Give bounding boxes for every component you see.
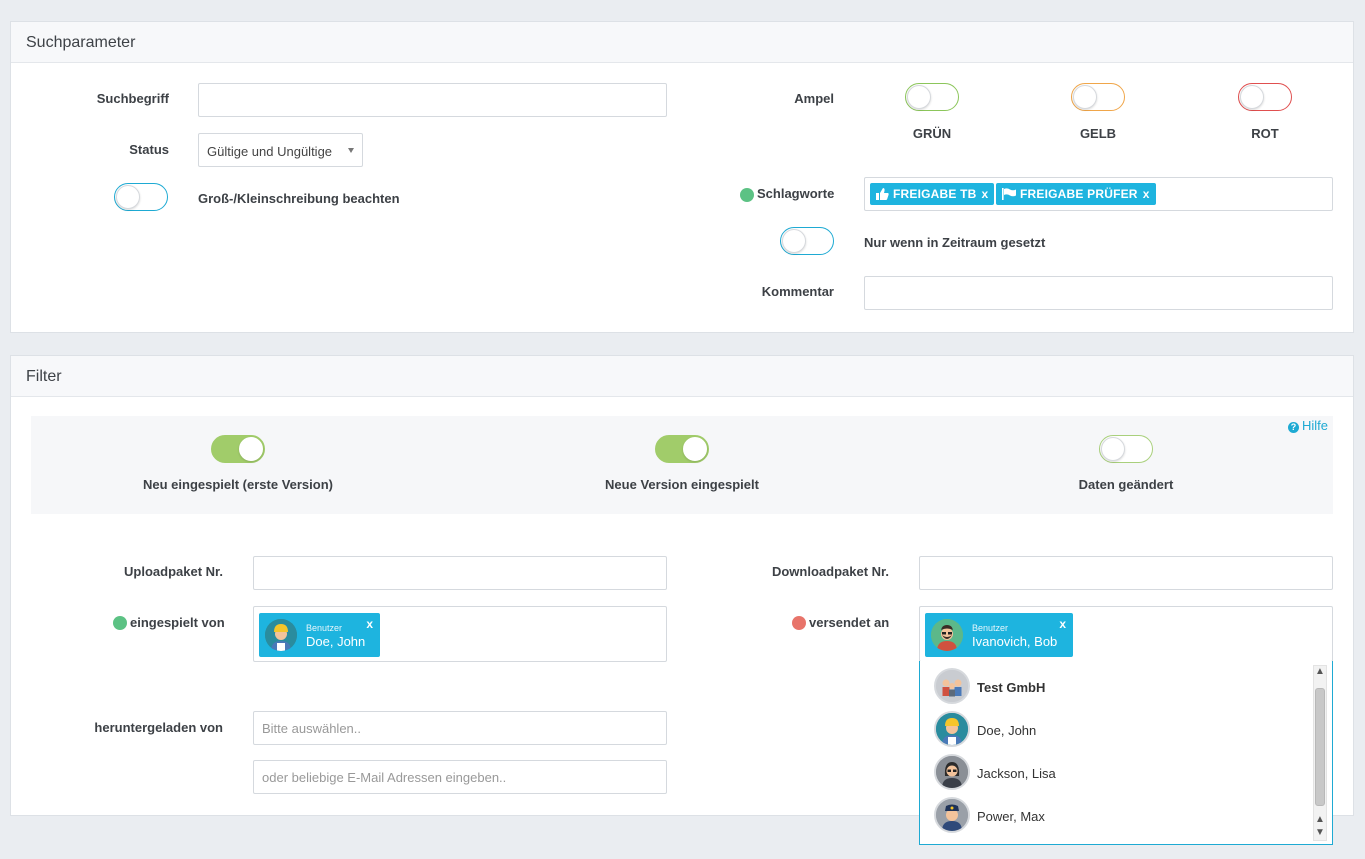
kommentar-input[interactable] [864, 276, 1333, 310]
police-avatar-icon [934, 797, 970, 833]
ampel-rot-toggle[interactable] [1238, 83, 1292, 111]
toggle-knob [907, 85, 931, 109]
option-name: Power, Max [977, 809, 1045, 824]
chevron-down-icon[interactable]: ▼ [1314, 827, 1326, 840]
downloadpaket-input[interactable] [919, 556, 1333, 590]
neue-version-label: Neue Version eingespielt [605, 477, 759, 492]
uploadpaket-input[interactable] [253, 556, 667, 590]
user-role: Benutzer [972, 623, 1009, 633]
uploadpaket-label: Uploadpaket Nr. [124, 564, 223, 579]
schlagworte-status-dot [740, 188, 754, 202]
ampel-gelb-toggle[interactable] [1071, 83, 1125, 111]
option-name: Doe, John [977, 723, 1037, 738]
user-role: Benutzer [306, 623, 343, 633]
toggle-knob [1101, 437, 1125, 461]
case-sensitive-label: Groß-/Kleinschreibung beachten [198, 191, 400, 206]
toggle-knob [683, 437, 707, 461]
option-name: Test GmbH [977, 680, 1046, 695]
versendet-label: versendet an [809, 615, 890, 630]
email-input[interactable]: oder beliebige E-Mail Adressen eingeben.… [253, 760, 667, 794]
status-select-value: Gültige und Ungültige [207, 144, 333, 159]
downloadpaket-label: Downloadpaket Nr. [771, 564, 889, 579]
remove-tag-icon[interactable]: x [1143, 187, 1150, 201]
zeitraum-toggle[interactable] [780, 227, 834, 255]
neu-eingespielt-label: Neu eingespielt (erste Version) [142, 477, 333, 492]
user-name: Ivanovich, Bob [972, 634, 1058, 649]
remove-user-icon[interactable]: x [1059, 617, 1066, 631]
chevron-up-icon[interactable]: ▲ [1314, 666, 1326, 679]
option-name: Jackson, Lisa [977, 766, 1056, 781]
tag-label: FREIGABE TB [893, 187, 977, 201]
user-chip-ivanovich-bob[interactable]: Benutzer Ivanovich, Bob x [925, 613, 1073, 657]
case-sensitive-toggle[interactable] [114, 183, 168, 211]
ampel-gruen-toggle[interactable] [905, 83, 959, 111]
dropdown-option-test-gmbh[interactable]: Test GmbH [934, 666, 1304, 704]
worker-avatar-icon [265, 619, 297, 651]
neu-eingespielt-toggle[interactable] [211, 435, 265, 463]
filter-toggle-bar [31, 416, 1333, 514]
eingespielt-status-dot [113, 616, 127, 630]
recipient-dropdown: Test GmbH Doe, John Jackson, Lisa Power,… [919, 661, 1333, 845]
question-icon: ? [1288, 422, 1299, 433]
tag-label: FREIGABE PRÜFER [1020, 187, 1138, 201]
status-label: Status [129, 142, 169, 157]
toggle-knob [1240, 85, 1264, 109]
group-avatar-icon [934, 668, 970, 704]
thumbs-up-icon [876, 188, 889, 200]
versendet-status-dot [792, 616, 806, 630]
ampel-rot-label: ROT [1251, 126, 1279, 141]
flag-icon [1002, 188, 1016, 200]
eingespielt-label: eingespielt von [130, 615, 225, 630]
schlagworte-label: Schlagworte [757, 186, 835, 201]
remove-tag-icon[interactable]: x [982, 187, 989, 201]
heruntergeladen-select[interactable]: Bitte auswählen.. [253, 711, 667, 745]
toggle-knob [782, 229, 806, 253]
man-avatar-icon [931, 619, 963, 651]
heruntergeladen-label: heruntergeladen von [94, 720, 223, 735]
chevron-up-icon[interactable]: ▲ [1314, 814, 1326, 827]
remove-user-icon[interactable]: x [366, 617, 373, 631]
ampel-gelb-label: GELB [1079, 126, 1117, 141]
help-label: Hilfe [1302, 418, 1329, 433]
tag-freigabe-pruefer[interactable]: FREIGABE PRÜFER x [996, 183, 1156, 205]
daten-geaendert-toggle[interactable] [1099, 435, 1153, 463]
suchbegriff-input[interactable] [198, 83, 667, 117]
dropdown-option-doe-john[interactable]: Doe, John [934, 709, 1304, 747]
dropdown-option-jackson-lisa[interactable]: Jackson, Lisa [934, 752, 1304, 790]
tag-freigabe-tb[interactable]: FREIGABE TB x [870, 183, 995, 205]
status-select[interactable]: Gültige und Ungültige [198, 133, 363, 167]
worker-avatar-icon [934, 711, 970, 747]
kommentar-label: Kommentar [761, 284, 834, 299]
chevron-down-icon [348, 148, 354, 153]
scrollbar-thumb[interactable] [1315, 688, 1325, 806]
toggle-knob [116, 185, 140, 209]
dropdown-scrollbar[interactable]: ▲ ▲ ▼ [1313, 665, 1327, 841]
ampel-label: Ampel [794, 91, 834, 106]
zeitraum-label: Nur wenn in Zeitraum gesetzt [864, 235, 1046, 250]
dropdown-option-power-max[interactable]: Power, Max [934, 795, 1304, 833]
suchbegriff-label: Suchbegriff [96, 91, 169, 106]
neue-version-toggle[interactable] [655, 435, 709, 463]
ampel-gruen-label: GRÜN [912, 126, 952, 141]
search-panel-title: Suchparameter [11, 22, 1353, 63]
user-chip-doe-john[interactable]: Benutzer Doe, John x [259, 613, 380, 657]
filter-panel-title: Filter [11, 356, 1353, 397]
toggle-knob [239, 437, 263, 461]
daten-geaendert-label: Daten geändert [1078, 477, 1174, 492]
woman-avatar-icon [934, 754, 970, 790]
toggle-knob [1073, 85, 1097, 109]
help-link[interactable]: ? Hilfe [1288, 418, 1328, 433]
user-name: Doe, John [306, 634, 366, 649]
